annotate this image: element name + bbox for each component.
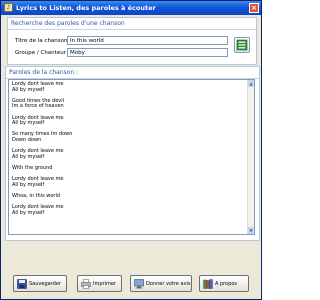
lyrics-text: Lordy dont leave me All by myself Good tim…: [9, 80, 254, 216]
artist-label: Groupe / Chanteur :: [15, 50, 70, 56]
song-title-input[interactable]: In this world: [67, 36, 228, 45]
save-button-label: Sauvegarder: [29, 281, 61, 287]
save-button[interactable]: Sauvegarder: [13, 275, 67, 292]
give-opinion-button[interactable]: Donner votre avis: [130, 275, 192, 292]
search-group: Recherche des paroles d'une chanson Titr…: [7, 17, 257, 65]
print-button-label: Imprimer: [93, 281, 116, 287]
printer-icon: [81, 279, 91, 289]
computer-icon: [134, 279, 144, 289]
give-opinion-button-label: Donner votre avis: [146, 281, 191, 287]
about-button[interactable]: A propos: [199, 275, 249, 292]
window-title: Lyrics to Listen, des paroles à écouter: [16, 4, 156, 12]
lyrics-group-header: Paroles de la chanson :: [6, 67, 259, 79]
search-button[interactable]: [234, 37, 250, 53]
artist-input[interactable]: Moby: [67, 48, 228, 57]
floppy-disk-icon: [17, 279, 27, 289]
print-button[interactable]: Imprimer: [77, 275, 122, 292]
song-title-label: Titre de la chanson :: [15, 38, 72, 44]
about-button-label: A propos: [215, 281, 238, 287]
scroll-up-icon[interactable]: ▲: [248, 80, 254, 87]
scroll-down-icon[interactable]: ▼: [248, 227, 254, 234]
search-group-header: Recherche des paroles d'une chanson: [8, 18, 256, 30]
info-books-icon: [203, 279, 213, 289]
app-window: ♪ Lyrics to Listen, des paroles à écoute…: [0, 0, 262, 300]
book-icon: ♪: [4, 3, 13, 12]
vertical-scrollbar[interactable]: ▲ ▼: [247, 80, 254, 234]
search-results-icon: [236, 39, 248, 51]
lyrics-textarea[interactable]: Lordy dont leave me All by myself Good tim…: [8, 79, 255, 235]
title-bar[interactable]: ♪ Lyrics to Listen, des paroles à écoute…: [1, 1, 261, 15]
close-icon[interactable]: ×: [249, 3, 259, 13]
lyrics-line: All by myself: [12, 209, 45, 216]
